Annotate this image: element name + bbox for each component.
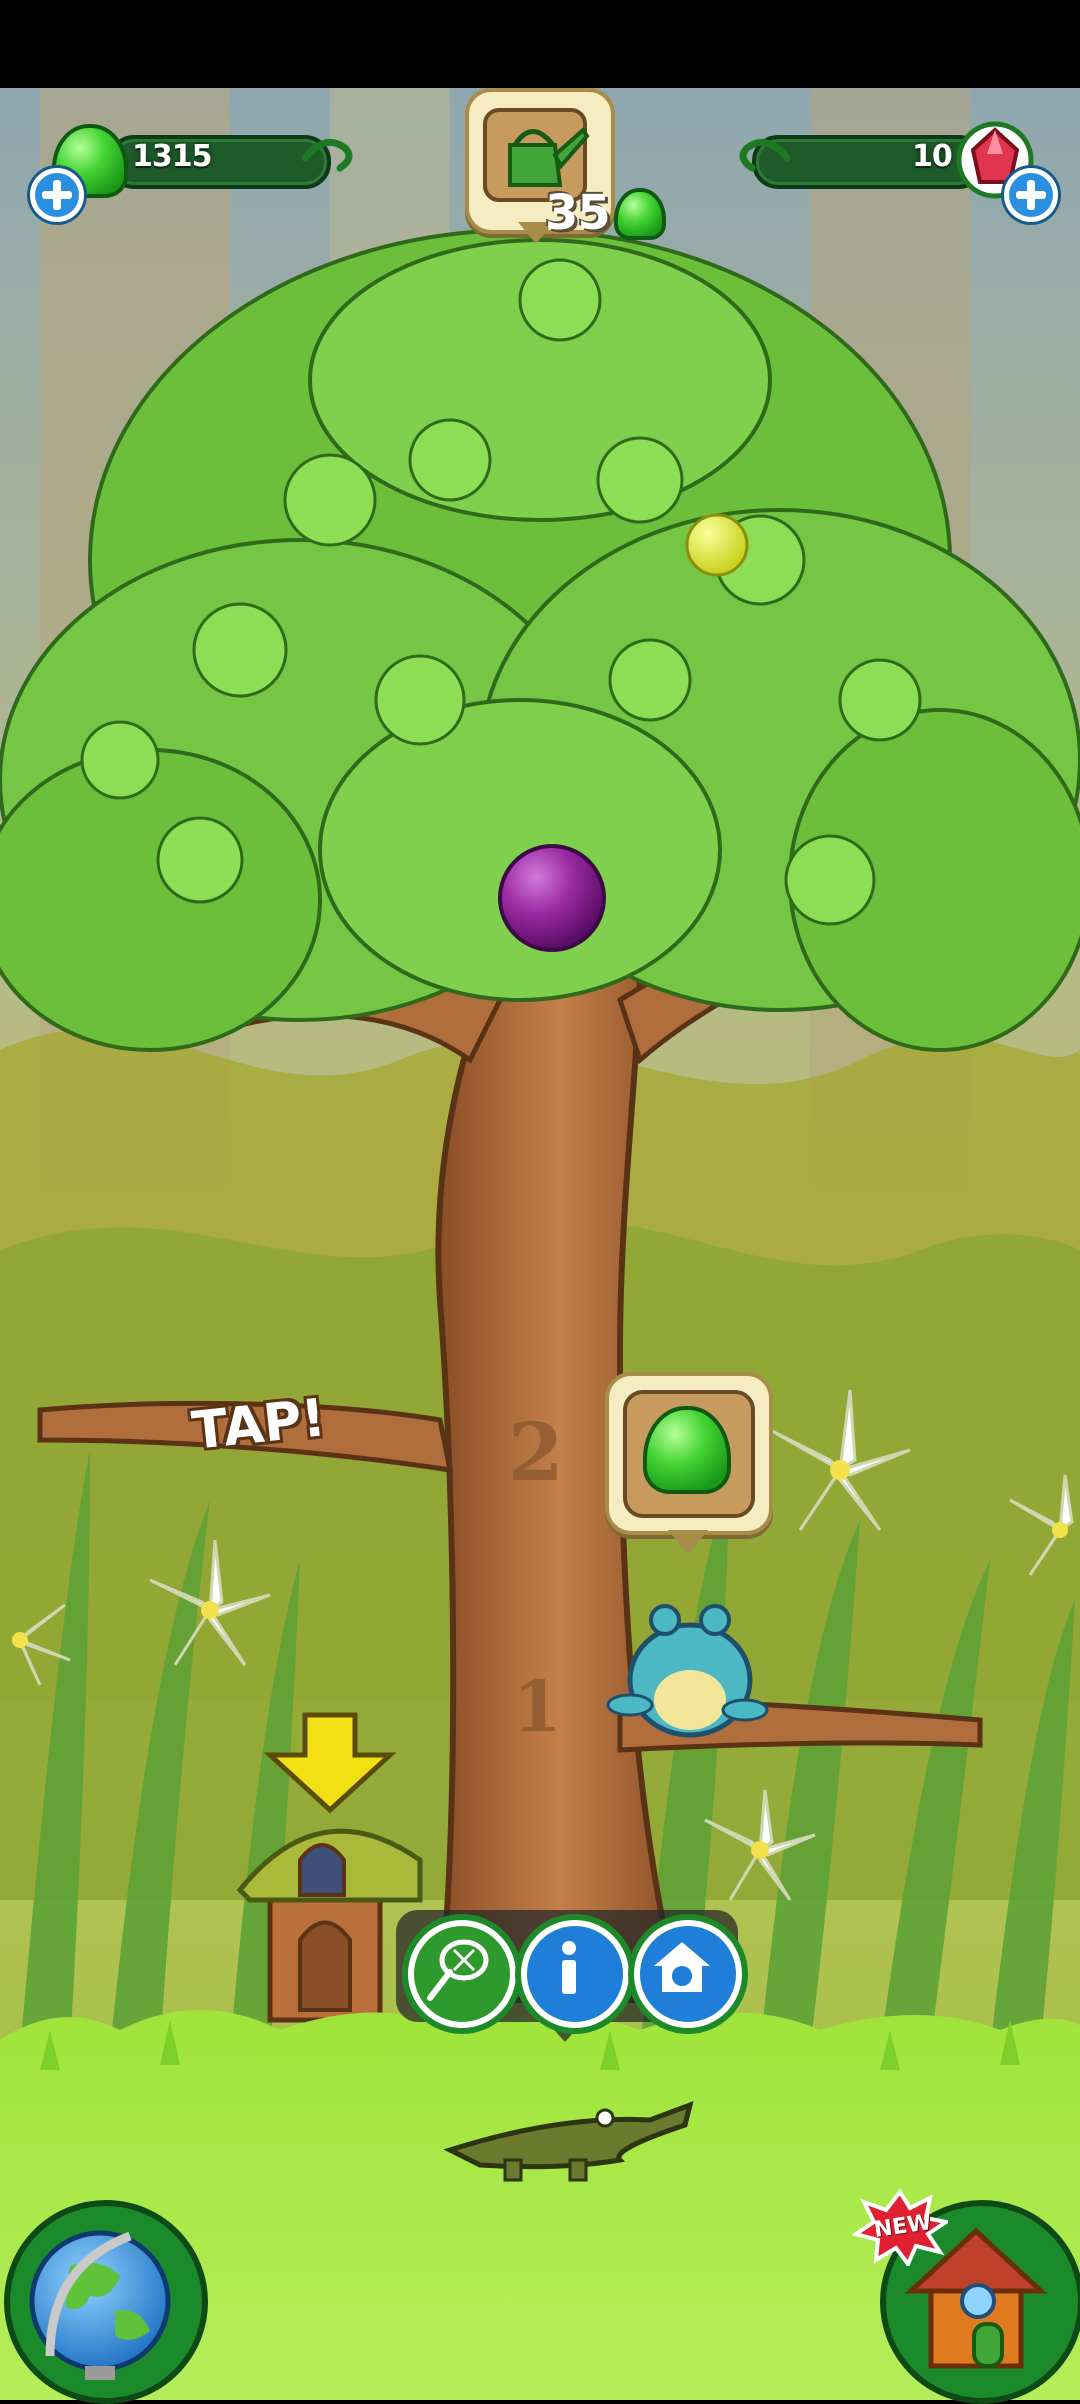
gumdrop-count: 1315 <box>132 139 212 174</box>
globe-icon <box>29 2230 171 2380</box>
trunk-level-mark: 2 <box>508 1405 564 1499</box>
plum-fruit <box>498 844 606 952</box>
home-button[interactable] <box>634 1920 742 2028</box>
vine-decoration-icon <box>301 138 353 172</box>
net-icon <box>427 1939 489 2001</box>
world-map-button[interactable] <box>4 2200 208 2404</box>
gumdrop-cost-icon <box>614 188 666 240</box>
bubble-pointer <box>668 1530 708 1554</box>
scene-background <box>0 0 1080 2400</box>
status-bar <box>0 0 1080 88</box>
gumdrop-reward-bubble[interactable] <box>605 1372 773 1535</box>
vine-decoration-icon <box>739 138 791 172</box>
house-icon <box>654 1942 710 1992</box>
add-gems-button[interactable] <box>1004 168 1058 222</box>
add-gumdrops-button[interactable] <box>30 168 84 222</box>
watering-cost: 35 <box>545 185 611 241</box>
game-scene: 1315 10 35 TAP! 2 1 NEW <box>0 0 1080 2404</box>
gem-count: 10 <box>912 139 953 174</box>
catch-net-button[interactable] <box>408 1920 516 2028</box>
lemon-fruit <box>685 513 749 577</box>
info-button[interactable] <box>521 1920 629 2028</box>
new-badge: NEW <box>852 2188 948 2266</box>
info-icon <box>562 1941 576 1994</box>
trunk-level-mark: 1 <box>513 1665 562 1748</box>
